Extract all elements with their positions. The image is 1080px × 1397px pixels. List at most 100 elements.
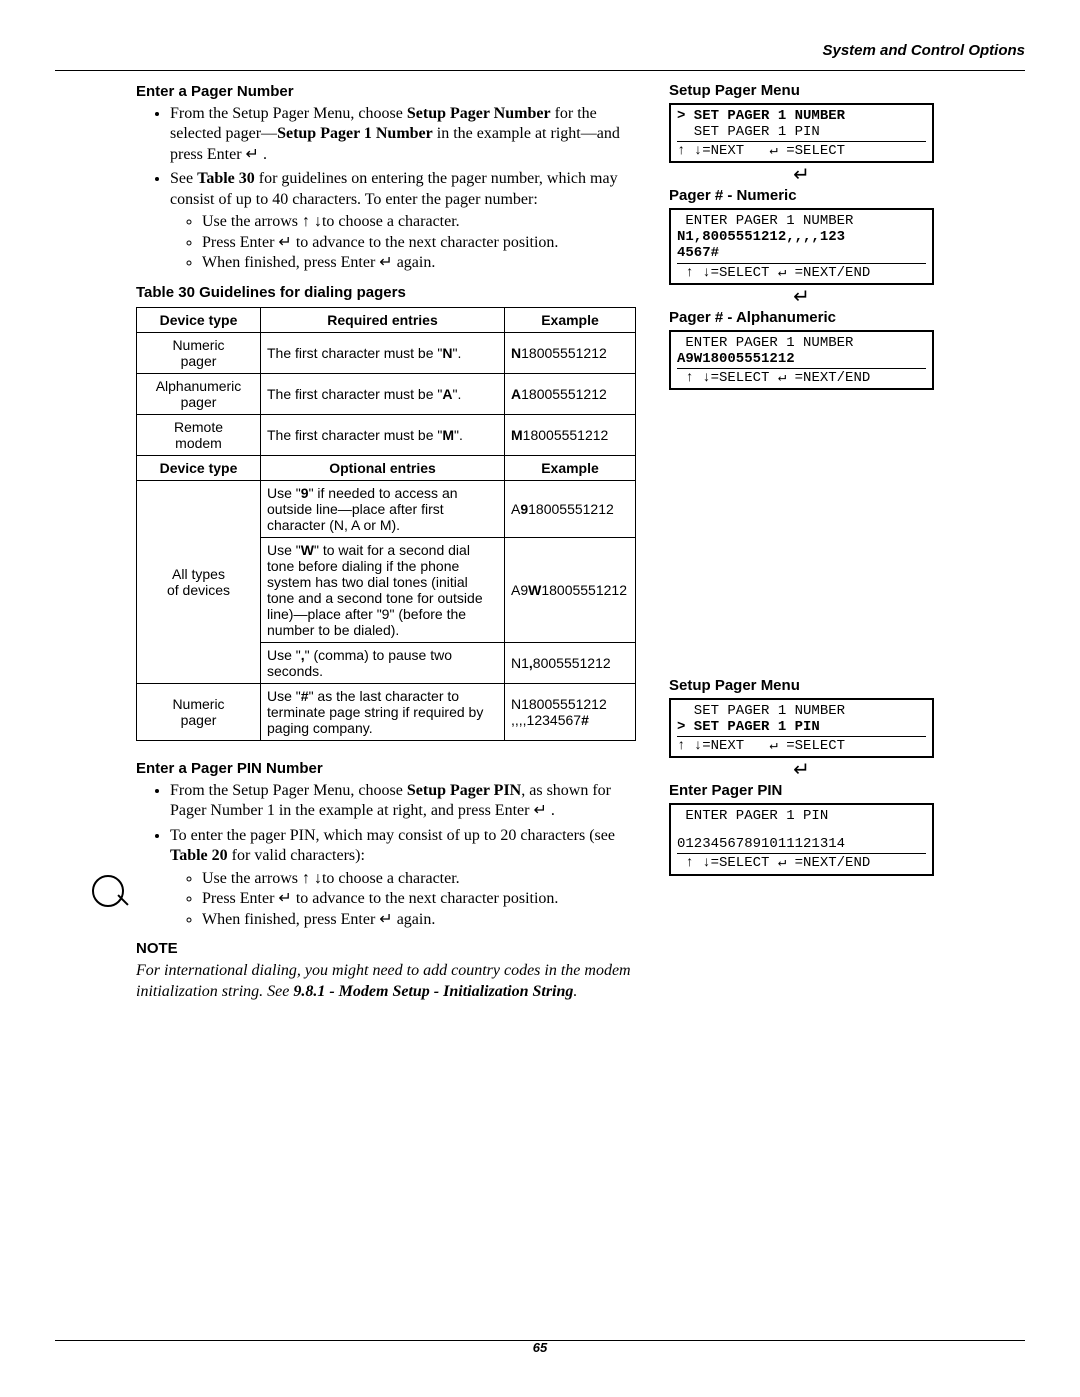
td: M18005551212 bbox=[505, 414, 636, 455]
lcd-line: 01234567891011121314 bbox=[677, 836, 926, 852]
sub-bullet: When finished, press Enter ↵ again. bbox=[202, 253, 636, 273]
th: Optional entries bbox=[261, 455, 505, 480]
lcd-nav: ↑ ↓=SELECT ↵ =NEXT/END bbox=[677, 370, 926, 386]
text: Use " bbox=[267, 688, 301, 704]
strong: M bbox=[442, 427, 454, 443]
lcd-line: ENTER PAGER 1 PIN bbox=[677, 808, 926, 824]
strong: Setup Pager Number bbox=[407, 105, 551, 122]
side-column-bottom: Setup Pager Menu SET PAGER 1 NUMBER > SE… bbox=[669, 675, 934, 878]
sub-bullet: Use the arrows ↑ ↓to choose a character. bbox=[202, 212, 636, 232]
text: A9 bbox=[511, 582, 528, 598]
table-row: Alphanumeric pager The first character m… bbox=[137, 373, 636, 414]
lcd-line: A9W18005551212 bbox=[677, 351, 926, 367]
text: N1 bbox=[511, 655, 529, 671]
td: The first character must be "A". bbox=[261, 373, 505, 414]
text: To enter the pager PIN, which may consis… bbox=[170, 827, 615, 844]
th: Example bbox=[505, 307, 636, 332]
text: From the Setup Pager Menu, choose bbox=[170, 105, 407, 122]
td: N18005551212 ,,,,1234567# bbox=[505, 683, 636, 740]
side-heading: Pager # - Numeric bbox=[669, 187, 934, 204]
lcd-line: N1,8005551212,,,,123 4567# bbox=[677, 229, 926, 261]
text: 18005551212 bbox=[521, 386, 607, 402]
table-row: Numeric pager The first character must b… bbox=[137, 332, 636, 373]
strong: N bbox=[442, 345, 452, 361]
lcd-nav: ↑ ↓=NEXT ↵ =SELECT bbox=[677, 143, 926, 159]
text: Use " bbox=[267, 542, 301, 558]
strong: Table 30 bbox=[197, 170, 255, 187]
th: Device type bbox=[137, 307, 261, 332]
lcd-line: ENTER PAGER 1 NUMBER bbox=[677, 335, 926, 351]
strong: 9.8.1 - Modem Setup - Initialization Str… bbox=[293, 983, 573, 1000]
lcd-screen: > SET PAGER 1 NUMBER SET PAGER 1 PIN ↑ ↓… bbox=[669, 103, 934, 163]
strong: 9 bbox=[301, 485, 309, 501]
sub-bullet: Use the arrows ↑ ↓to choose a character. bbox=[202, 869, 636, 889]
side-heading: Setup Pager Menu bbox=[669, 82, 934, 99]
enter-arrow-icon: ↵ bbox=[669, 165, 934, 185]
section1-bullet: See Table 30 for guidelines on entering … bbox=[170, 169, 636, 273]
text: A bbox=[511, 501, 520, 517]
th: Example bbox=[505, 455, 636, 480]
lcd-nav: ↑ ↓=SELECT ↵ =NEXT/END bbox=[677, 855, 926, 871]
strong: 9 bbox=[520, 501, 528, 517]
text: 18005551212 bbox=[528, 501, 614, 517]
th: Device type bbox=[137, 455, 261, 480]
text: . bbox=[573, 983, 577, 1000]
text: See bbox=[170, 170, 197, 187]
strong: Table 20 bbox=[170, 847, 228, 864]
main-column: Enter a Pager Number From the Setup Page… bbox=[136, 80, 636, 1002]
td: A918005551212 bbox=[505, 480, 636, 537]
lcd-screen: ENTER PAGER 1 NUMBER N1,8005551212,,,,12… bbox=[669, 208, 934, 284]
text: The first character must be " bbox=[267, 345, 442, 361]
text: ". bbox=[453, 345, 462, 361]
text: The first character must be " bbox=[267, 386, 442, 402]
text: Use " bbox=[267, 647, 301, 663]
magnifier-icon bbox=[92, 875, 124, 907]
strong: # bbox=[301, 688, 309, 704]
section1-bullet: From the Setup Pager Menu, choose Setup … bbox=[170, 104, 636, 165]
strong: W bbox=[301, 542, 314, 558]
text: The first character must be " bbox=[267, 427, 442, 443]
td: The first character must be "N". bbox=[261, 332, 505, 373]
strong: N bbox=[511, 345, 521, 361]
side-heading: Enter Pager PIN bbox=[669, 782, 934, 799]
section2-list: From the Setup Pager Menu, choose Setup … bbox=[136, 781, 636, 930]
lcd-screen: SET PAGER 1 NUMBER > SET PAGER 1 PIN ↑ ↓… bbox=[669, 698, 934, 758]
td: Alphanumeric pager bbox=[137, 373, 261, 414]
section2-bullet: From the Setup Pager Menu, choose Setup … bbox=[170, 781, 636, 822]
page-header-title: System and Control Options bbox=[822, 42, 1025, 59]
td: A18005551212 bbox=[505, 373, 636, 414]
td: Use "," (comma) to pause two seconds. bbox=[261, 642, 505, 683]
td: Use "#" as the last character to termina… bbox=[261, 683, 505, 740]
table-row: Remote modem The first character must be… bbox=[137, 414, 636, 455]
text: for valid characters): bbox=[228, 847, 365, 864]
td: N18005551212 bbox=[505, 332, 636, 373]
table-header-row: Device type Optional entries Example bbox=[137, 455, 636, 480]
lcd-screen: ENTER PAGER 1 NUMBER A9W18005551212 ↑ ↓=… bbox=[669, 330, 934, 390]
lcd-line: > SET PAGER 1 NUMBER bbox=[677, 108, 926, 124]
td: Use "9" if needed to access an outside l… bbox=[261, 480, 505, 537]
section2-title: Enter a Pager PIN Number bbox=[136, 760, 636, 777]
td: Remote modem bbox=[137, 414, 261, 455]
td: All types of devices bbox=[137, 480, 261, 683]
text: N18005551212 bbox=[511, 696, 607, 712]
text: ". bbox=[454, 427, 463, 443]
section1-title: Enter a Pager Number bbox=[136, 83, 636, 100]
strong: A bbox=[442, 386, 452, 402]
lcd-screen: ENTER PAGER 1 PIN 01234567891011121314 ↑… bbox=[669, 803, 934, 875]
section1-list: From the Setup Pager Menu, choose Setup … bbox=[136, 104, 636, 274]
text: ,,,,1234567 bbox=[511, 712, 581, 728]
text: From the Setup Pager Menu, choose bbox=[170, 782, 407, 799]
text: Use " bbox=[267, 485, 301, 501]
sub-bullet: When finished, press Enter ↵ again. bbox=[202, 910, 636, 930]
strong: # bbox=[581, 712, 589, 728]
strong: Setup Pager PIN bbox=[407, 782, 521, 799]
section2-sublist: Use the arrows ↑ ↓to choose a character.… bbox=[170, 869, 636, 930]
note-label: NOTE bbox=[136, 940, 636, 957]
enter-arrow-icon: ↵ bbox=[669, 760, 934, 780]
sub-bullet: Press Enter ↵ to advance to the next cha… bbox=[202, 889, 636, 909]
table-caption: Table 30 Guidelines for dialing pagers bbox=[136, 284, 636, 301]
note-body: For international dialing, you might nee… bbox=[136, 961, 636, 1002]
text: 18005551212 bbox=[523, 427, 609, 443]
td: The first character must be "M". bbox=[261, 414, 505, 455]
side-heading: Setup Pager Menu bbox=[669, 677, 934, 694]
